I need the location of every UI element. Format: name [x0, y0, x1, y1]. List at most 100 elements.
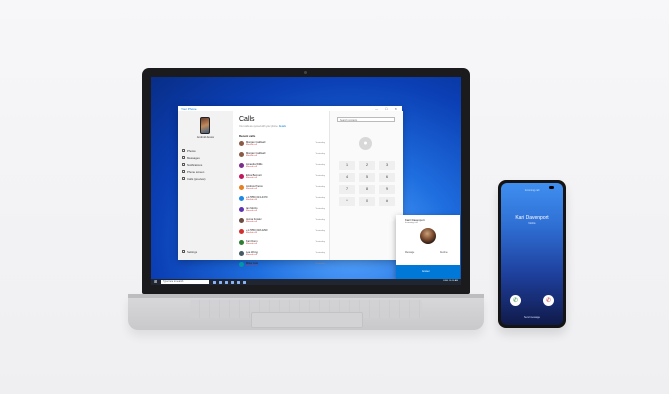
call-type: Missed call [246, 176, 257, 179]
toast-caller-status: Incoming call [405, 221, 418, 224]
details-link[interactable]: Details [279, 126, 286, 128]
avatar [239, 218, 244, 223]
call-row[interactable]: +1 (555) 013-4470 Missed call Yesterday [239, 194, 325, 205]
store-icon[interactable] [231, 280, 234, 284]
bell-icon [182, 163, 185, 166]
settings-label: Settings [187, 250, 198, 254]
call-type: Missed call [246, 209, 257, 212]
taskbar: ⊞ Type here to search ENG 10:10 AM [151, 279, 461, 285]
call-row[interactable]: Jenna Fowler Missed call Yesterday [239, 216, 325, 227]
laptop-screen: Your Phone — ☐ ✕ Android device Photos M… [151, 77, 461, 285]
settings-button[interactable]: Settings [182, 250, 197, 254]
your-phone-icon[interactable] [243, 280, 246, 284]
avatar [239, 163, 244, 168]
call-time: Yesterday [315, 207, 325, 210]
explorer-icon[interactable] [225, 280, 228, 284]
hinge [128, 294, 484, 298]
dial-key[interactable]: 4 [339, 173, 355, 182]
sidebar-item-label: Calls (preview) [187, 176, 206, 181]
phone-call-label: Incoming call [524, 189, 540, 192]
call-row[interactable]: Erica Bennett Missed call Yesterday [239, 172, 325, 183]
edge-icon[interactable] [219, 280, 222, 284]
call-row[interactable]: +1 (555) 018-2290 Missed call Yesterday [239, 227, 325, 238]
system-tray: ENG 10:10 AM [443, 280, 458, 282]
mail-icon[interactable] [237, 280, 240, 284]
search-input[interactable]: Search contacts [337, 117, 395, 122]
call-time: Yesterday [315, 152, 325, 155]
photos-icon [182, 149, 185, 152]
caret-icon: ▷ [390, 217, 394, 223]
task-view-icon[interactable] [213, 280, 216, 284]
phone-icon [182, 177, 185, 180]
taskbar-search[interactable]: Type here to search [161, 280, 209, 284]
phone-screen-icon [182, 170, 185, 173]
call-type: Missed call [246, 198, 257, 201]
call-type: Missed call [246, 220, 257, 223]
call-row[interactable]: Miles Cole Missed call Yesterday [239, 260, 325, 271]
dial-key[interactable]: 8 [359, 185, 375, 194]
answer-button[interactable]: Answer [396, 265, 460, 279]
call-time: Yesterday [315, 174, 325, 177]
dial-key[interactable]: 2 [359, 161, 375, 170]
accept-call-button[interactable]: ✆ [510, 295, 521, 306]
windows-start-icon[interactable]: ⊞ [154, 280, 158, 284]
webcam [304, 71, 307, 74]
call-row[interactable]: Lee Wong Missed call Yesterday [239, 249, 325, 260]
dial-key[interactable]: 9 [379, 185, 395, 194]
dial-key[interactable]: * [339, 197, 355, 206]
dial-key[interactable]: 3 [379, 161, 395, 170]
sidebar-item-label: Notifications [187, 162, 203, 167]
dial-key[interactable]: 6 [379, 173, 395, 182]
your-phone-window: Your Phone — ☐ ✕ Android device Photos M… [178, 106, 403, 267]
sidebar: Android device Photos Messages Notificat… [178, 111, 233, 260]
keypad: 1 2 3 4 5 6 7 8 9 * 0 # [339, 161, 395, 206]
page-title: Calls [239, 116, 255, 123]
message-button[interactable]: Message [405, 252, 414, 254]
call-type: Missed call [246, 165, 257, 168]
dial-key[interactable]: 7 [339, 185, 355, 194]
trackpad [251, 312, 363, 328]
recent-calls-heading: Recent calls [239, 134, 256, 138]
call-list: Morgan Caldwell Missed call Yesterday Morga… [239, 139, 325, 271]
dial-key[interactable]: # [379, 197, 395, 206]
device-name: Android device [196, 136, 215, 139]
dial-key[interactable]: 0 [359, 197, 375, 206]
avatar [239, 229, 244, 234]
sidebar-item-notifications[interactable]: Notifications [182, 161, 206, 168]
call-time: Yesterday [315, 240, 325, 243]
avatar [239, 262, 244, 267]
call-row[interactable]: Kari Dunn Missed call Yesterday [239, 238, 325, 249]
sidebar-item-phone-screen[interactable]: Phone screen [182, 168, 206, 175]
avatar [420, 228, 436, 244]
call-row[interactable]: Amanda Willis Missed call Yesterday [239, 161, 325, 172]
call-row[interactable]: Morgan Caldwell Missed call Yesterday [239, 150, 325, 161]
person-icon: ● [359, 137, 372, 150]
phone-caller-number: Mobile [528, 222, 536, 225]
call-row[interactable]: Andrew Pierce Missed call Yesterday [239, 183, 325, 194]
smartphone: Incoming call Kari Davenport Mobile ✆ ✆ … [498, 180, 566, 328]
avatar [239, 251, 244, 256]
call-type: Missed call [246, 154, 257, 157]
call-time: Yesterday [315, 141, 325, 144]
subtitle-text: Your calls are synced with your phone. [239, 126, 279, 128]
send-message-button[interactable]: Send message [501, 316, 563, 319]
call-time: Yesterday [315, 163, 325, 166]
sidebar-item-label: Messages [187, 155, 200, 160]
dial-key[interactable]: 1 [339, 161, 355, 170]
sidebar-item-label: Phone screen [187, 169, 205, 174]
laptop-base [128, 294, 484, 330]
decline-button[interactable]: Decline [440, 252, 448, 254]
avatar [239, 174, 244, 179]
call-row[interactable]: Ian Morris Missed call Yesterday [239, 205, 325, 216]
sidebar-item-messages[interactable]: Messages [182, 154, 206, 161]
call-time: Yesterday [315, 251, 325, 254]
decline-call-button[interactable]: ✆ [543, 295, 554, 306]
dial-key[interactable]: 5 [359, 173, 375, 182]
phone-caller-name: Kari Davenport [515, 215, 549, 221]
messages-icon [182, 156, 185, 159]
sidebar-item-calls[interactable]: Calls (preview) [182, 175, 206, 182]
call-row[interactable]: Morgan Caldwell Missed call Yesterday [239, 139, 325, 150]
scene: Your Phone — ☐ ✕ Android device Photos M… [0, 0, 669, 394]
sidebar-item-photos[interactable]: Photos [182, 147, 206, 154]
avatar [239, 141, 244, 146]
